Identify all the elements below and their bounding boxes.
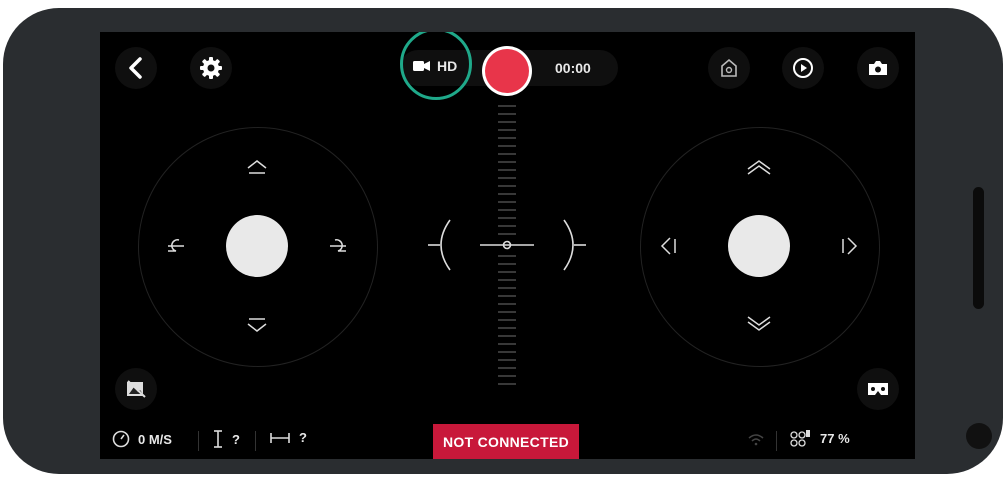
altitude-indicator: ?	[213, 430, 240, 448]
right-joystick-knob[interactable]	[728, 215, 790, 277]
vr-button[interactable]	[857, 368, 899, 410]
left-joystick-knob[interactable]	[226, 215, 288, 277]
back-icon	[129, 57, 142, 79]
home-icon	[721, 58, 737, 77]
camera-icon	[869, 61, 887, 75]
record-button[interactable]	[482, 46, 532, 96]
image-off-icon	[127, 380, 146, 398]
throttle-down-icon	[247, 323, 267, 332]
video-quality-label: HD	[437, 58, 458, 74]
forward-icon	[747, 160, 771, 170]
divider	[198, 431, 199, 451]
distance-icon	[270, 432, 290, 443]
distance-value: ?	[299, 430, 307, 445]
video-camera-icon	[413, 61, 430, 71]
divider	[255, 431, 256, 451]
battery-value: 77 %	[820, 430, 850, 446]
battery-indicator: 77 %	[790, 429, 850, 447]
vr-headset-icon	[868, 383, 888, 395]
settings-button[interactable]	[190, 47, 232, 89]
photo-button[interactable]	[857, 47, 899, 89]
left-icon	[660, 237, 671, 255]
app-screen: HD 00:00 0 M/S ? ? NOT CONNECTED 77 %	[100, 32, 915, 459]
camera-dot	[966, 423, 992, 449]
play-button[interactable]	[782, 47, 824, 89]
wifi-icon	[748, 434, 764, 446]
back-button[interactable]	[115, 47, 157, 89]
drone-battery-icon	[790, 430, 810, 447]
altitude-icon	[214, 430, 222, 448]
gear-icon	[200, 57, 222, 79]
speed-value: 0 M/S	[138, 431, 172, 447]
altitude-value: ?	[232, 431, 240, 447]
speed-indicator: 0 M/S	[112, 430, 172, 448]
right-icon	[847, 237, 858, 255]
distance-indicator: ?	[270, 430, 307, 445]
video-quality-button[interactable]: HD	[413, 58, 457, 74]
horizon-bracket	[428, 219, 586, 271]
speedometer-icon	[112, 430, 130, 448]
connection-status-badge: NOT CONNECTED	[433, 424, 579, 459]
record-dot	[485, 49, 529, 93]
home-button[interactable]	[708, 47, 750, 89]
gallery-button[interactable]	[115, 368, 157, 410]
record-timer: 00:00	[555, 60, 591, 76]
play-icon	[793, 58, 813, 78]
throttle-up-icon	[247, 160, 267, 169]
power-button[interactable]	[973, 187, 984, 309]
divider	[776, 431, 777, 451]
gimbal-indicator	[428, 105, 586, 385]
